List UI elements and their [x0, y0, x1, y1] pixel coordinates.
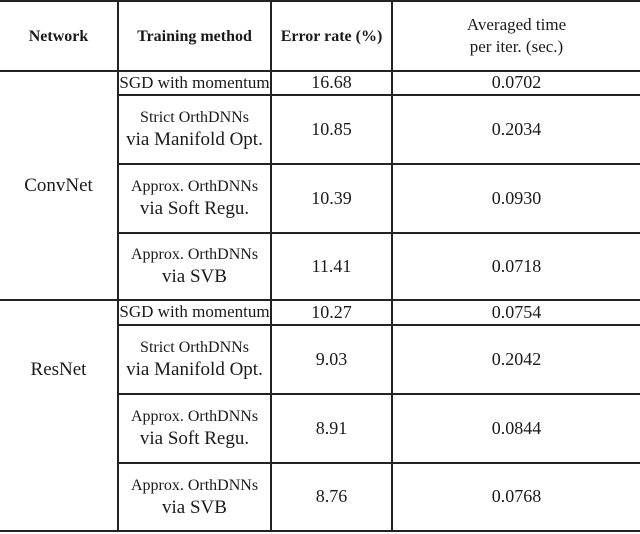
network-label: ConvNet	[24, 175, 93, 196]
method-cell: Approx. OrthDNNs via SVB	[119, 233, 270, 299]
header-avg-time-line2: per iter. (sec.)	[469, 37, 564, 56]
error-cell: 8.76	[315, 486, 348, 506]
method-cell: SGD with momentum	[119, 71, 270, 94]
error-cell: 10.39	[311, 187, 352, 208]
method-line1: Strict OrthDNNs	[140, 339, 249, 356]
error-cell: 11.41	[311, 255, 352, 276]
method-line2: via Soft Regu.	[139, 198, 250, 219]
method-line1: Strict OrthDNNs	[140, 109, 249, 126]
method-line2: via SVB	[162, 496, 227, 518]
header-error-rate: Error rate (%)	[280, 27, 383, 45]
time-cell: 0.0844	[491, 417, 542, 438]
method-cell: SGD with momentum	[119, 300, 270, 324]
network-label: ResNet	[30, 358, 87, 380]
time-cell: 0.0768	[491, 486, 542, 506]
error-cell: 16.68	[311, 72, 352, 92]
time-cell: 0.0718	[491, 255, 542, 276]
time-cell: 0.0754	[491, 301, 542, 322]
method-line1: SGD with momentum	[119, 72, 270, 92]
time-cell: 0.2042	[491, 348, 542, 369]
header-network: Network	[28, 27, 89, 45]
error-cell: 9.03	[315, 348, 348, 369]
method-cell: Approx. OrthDNNs via Soft Regu.	[119, 394, 270, 462]
error-cell: 10.85	[311, 118, 352, 139]
error-cell: 10.27	[311, 301, 352, 322]
method-cell: Approx. OrthDNNs via SVB	[119, 463, 270, 530]
method-cell: Approx. OrthDNNs via Soft Regu.	[119, 164, 270, 232]
header-avg-time-line1: Averaged time	[466, 15, 567, 34]
time-cell: 0.2034	[491, 118, 542, 139]
method-line1: Approx. OrthDNNs	[130, 178, 259, 195]
time-cell: 0.0702	[491, 72, 542, 92]
time-cell: 0.0930	[491, 187, 542, 208]
header-avg-time: Averaged time per iter. (sec.)	[393, 2, 640, 70]
method-cell: Strict OrthDNNs via Manifold Opt.	[119, 325, 270, 393]
header-training-method: Training method	[137, 27, 252, 45]
method-line1: Approx. OrthDNNs	[130, 246, 259, 263]
method-line2: via Soft Regu.	[139, 428, 250, 449]
method-line1: Approx. OrthDNNs	[130, 476, 259, 494]
bottom-rule	[0, 530, 640, 532]
method-line2: via Manifold Opt.	[126, 359, 263, 380]
results-table: Network Training method Error rate (%) A…	[0, 0, 640, 534]
method-line1: SGD with momentum	[119, 302, 270, 321]
error-cell: 8.91	[315, 417, 348, 438]
method-line2: via Manifold Opt.	[126, 129, 263, 150]
method-line2: via SVB	[162, 266, 227, 287]
method-line1: Approx. OrthDNNs	[130, 408, 259, 425]
method-cell: Strict OrthDNNs via Manifold Opt.	[119, 95, 270, 163]
